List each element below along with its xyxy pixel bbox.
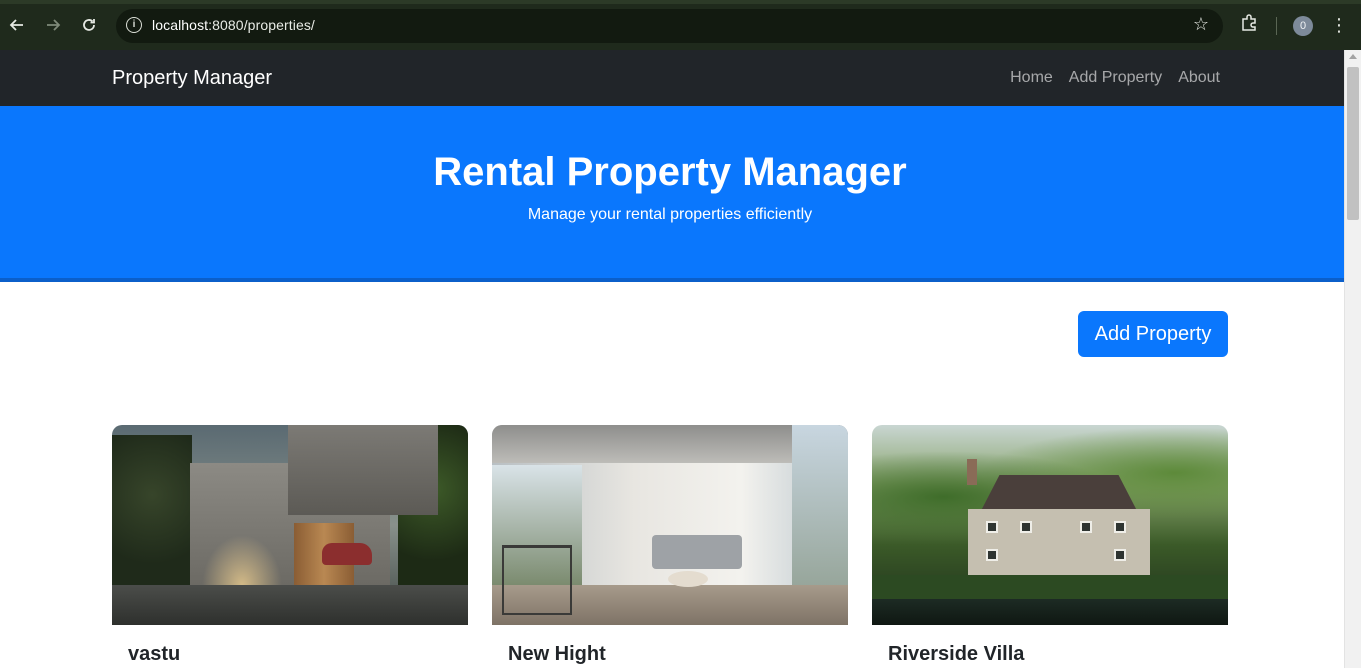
profile-avatar[interactable]: 0 (1293, 16, 1313, 36)
nav-link-add-property[interactable]: Add Property (1069, 69, 1162, 87)
arrow-right-icon (47, 19, 61, 31)
page-viewport: Property Manager Home Add Property About… (0, 50, 1344, 668)
property-image (492, 425, 848, 625)
browser-toolbar: i localhost:8080/properties/ ☆ 0 ⋮ (0, 0, 1361, 50)
reload-icon (83, 19, 95, 31)
site-navbar: Property Manager Home Add Property About (0, 50, 1344, 106)
property-card[interactable]: Riverside Villa (872, 425, 1228, 668)
reload-button[interactable] (78, 14, 100, 36)
nav-links: Home Add Property About (1010, 69, 1220, 87)
scroll-up-arrow-icon[interactable] (1349, 54, 1357, 59)
tab-strip (0, 0, 1361, 4)
star-icon[interactable]: ☆ (1193, 14, 1209, 35)
url-host: localhost (152, 17, 209, 33)
hero-title: Rental Property Manager (433, 150, 907, 194)
hero-banner: Rental Property Manager Manage your rent… (0, 106, 1344, 282)
url-path: :8080/properties/ (208, 17, 315, 33)
property-title[interactable]: New Hight (508, 643, 606, 666)
hero-subtitle: Manage your rental properties efficientl… (527, 206, 813, 223)
scroll-thumb[interactable] (1347, 67, 1359, 220)
info-icon[interactable]: i (126, 17, 142, 33)
vertical-scrollbar[interactable] (1344, 50, 1361, 668)
nav-link-home[interactable]: Home (1010, 69, 1053, 87)
url-text[interactable]: localhost:8080/properties/ (152, 17, 315, 33)
arrow-left-icon (9, 19, 23, 31)
property-card[interactable]: vastu (112, 425, 468, 668)
property-image (112, 425, 468, 625)
address-bar[interactable]: i localhost:8080/properties/ ☆ (116, 9, 1223, 43)
property-title[interactable]: vastu (128, 643, 180, 666)
toolbar-divider (1276, 17, 1277, 35)
forward-button[interactable] (42, 14, 64, 36)
more-vert-icon[interactable]: ⋮ (1330, 13, 1348, 37)
navbar-brand[interactable]: Property Manager (112, 67, 272, 90)
back-button[interactable] (6, 14, 28, 36)
add-property-button[interactable]: Add Property (1078, 311, 1228, 357)
property-title[interactable]: Riverside Villa (888, 643, 1024, 666)
property-card[interactable]: New Hight (492, 425, 848, 668)
property-image (872, 425, 1228, 625)
puzzle-icon[interactable] (1238, 14, 1260, 36)
nav-link-about[interactable]: About (1178, 69, 1220, 87)
